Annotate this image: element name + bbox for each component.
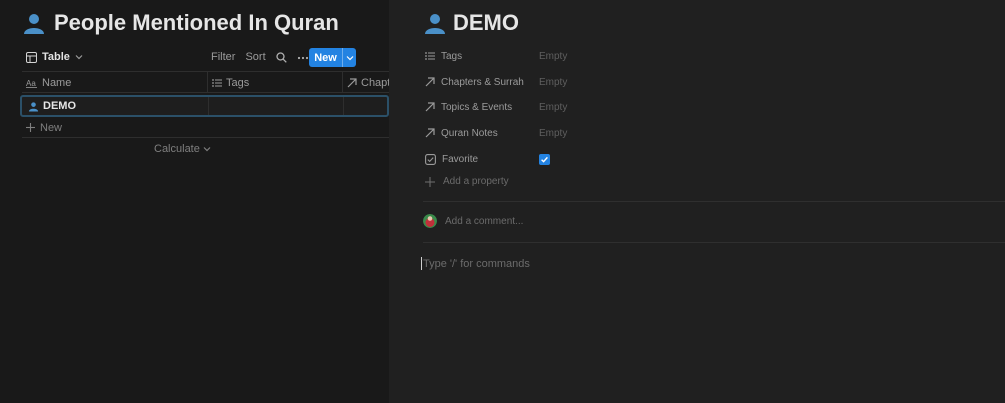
property-favorite[interactable]: Favorite — [425, 149, 985, 169]
checkbox-icon — [425, 153, 436, 165]
list-icon — [212, 78, 222, 87]
peek-panel: DEMO Tags Empty Chapters & Surrah Empty — [389, 0, 1005, 403]
name-cell[interactable]: DEMO — [22, 97, 208, 115]
calculate-button[interactable]: Calculate — [154, 143, 211, 155]
row-name: DEMO — [43, 100, 76, 112]
database-panel: People Mentioned In Quran Table Filter S… — [0, 0, 396, 403]
property-name: Quran Notes — [425, 128, 539, 139]
relation-arrow-icon — [347, 77, 357, 87]
property-name: Topics & Events — [425, 102, 539, 113]
property-label: Favorite — [442, 153, 479, 165]
column-header-label: Name — [42, 76, 72, 89]
comment-input[interactable]: Add a comment... — [445, 216, 523, 227]
property-value[interactable]: Empty — [539, 102, 567, 113]
toolbar-actions: Filter Sort — [211, 51, 309, 63]
new-button[interactable]: New — [309, 48, 356, 67]
database-toolbar: Table Filter Sort New — [22, 47, 389, 69]
search-icon[interactable] — [275, 51, 287, 63]
relation-arrow-icon — [425, 102, 435, 112]
chevron-down-icon — [203, 147, 211, 152]
table-icon — [26, 51, 37, 63]
more-options-icon[interactable] — [297, 52, 309, 63]
list-icon — [425, 52, 435, 60]
property-name: Chapters & Surrah — [425, 77, 539, 88]
person-icon — [24, 14, 44, 34]
divider — [423, 242, 1005, 243]
property-value[interactable]: Empty — [539, 77, 567, 88]
favorite-checkbox[interactable] — [539, 153, 550, 165]
text-aa-icon: Aa — [26, 79, 37, 88]
property-label: Topics & Events — [441, 101, 513, 113]
svg-text:Aa: Aa — [26, 79, 36, 88]
property-label: Tags — [441, 50, 463, 62]
view-tab-label: Table — [42, 51, 70, 63]
property-value[interactable]: Empty — [539, 128, 567, 139]
property-value[interactable]: Empty — [539, 51, 567, 62]
table-row[interactable]: DEMO — [20, 95, 389, 117]
plus-icon — [425, 176, 435, 187]
property-name: Tags — [425, 51, 539, 62]
add-property-button[interactable]: Add a property — [425, 176, 509, 187]
table-header: Aa Name Tags Chapte — [22, 71, 396, 93]
editor-placeholder: Type '/' for commands — [423, 257, 530, 270]
page-editor[interactable]: Type '/' for commands — [421, 257, 530, 270]
divider — [423, 201, 1005, 202]
property-topics-events[interactable]: Topics & Events Empty — [425, 97, 985, 117]
property-chapters-surrah[interactable]: Chapters & Surrah Empty — [425, 72, 985, 92]
view-tab-table[interactable]: Table — [26, 51, 83, 63]
new-button-label: New — [309, 48, 343, 67]
add-property-label: Add a property — [443, 176, 509, 187]
column-header-label: Tags — [226, 76, 250, 89]
relation-arrow-icon — [425, 77, 435, 87]
page-title-text: People Mentioned In Quran — [54, 10, 339, 35]
page-title: People Mentioned In Quran — [22, 10, 339, 36]
filter-button[interactable]: Filter — [211, 51, 235, 63]
calculate-label: Calculate — [154, 143, 200, 155]
chapters-cell[interactable] — [343, 97, 391, 115]
property-tags[interactable]: Tags Empty — [425, 46, 985, 66]
new-row-button[interactable]: New — [22, 118, 389, 138]
checkmark-icon — [541, 156, 548, 163]
plus-icon — [26, 123, 35, 132]
property-label: Quran Notes — [441, 127, 498, 139]
new-row-label: New — [40, 121, 63, 134]
peek-title: DEMO — [423, 10, 519, 36]
text-caret — [421, 257, 422, 270]
comment-box[interactable]: Add a comment... — [423, 214, 523, 228]
property-quran-notes[interactable]: Quran Notes Empty — [425, 123, 985, 143]
property-name: Favorite — [425, 154, 539, 165]
avatar — [423, 214, 437, 228]
relation-arrow-icon — [425, 128, 435, 138]
property-label: Chapters & Surrah — [441, 76, 524, 88]
chevron-down-icon — [346, 55, 353, 60]
person-icon — [28, 101, 39, 112]
sort-button[interactable]: Sort — [245, 51, 265, 63]
column-header-tags[interactable]: Tags — [207, 72, 342, 93]
new-dropdown[interactable] — [343, 48, 356, 67]
chevron-down-icon — [75, 55, 83, 60]
tags-cell[interactable] — [208, 97, 343, 115]
peek-title-text[interactable]: DEMO — [453, 10, 519, 36]
column-header-name[interactable]: Aa Name — [22, 72, 207, 93]
person-icon[interactable] — [423, 11, 447, 35]
